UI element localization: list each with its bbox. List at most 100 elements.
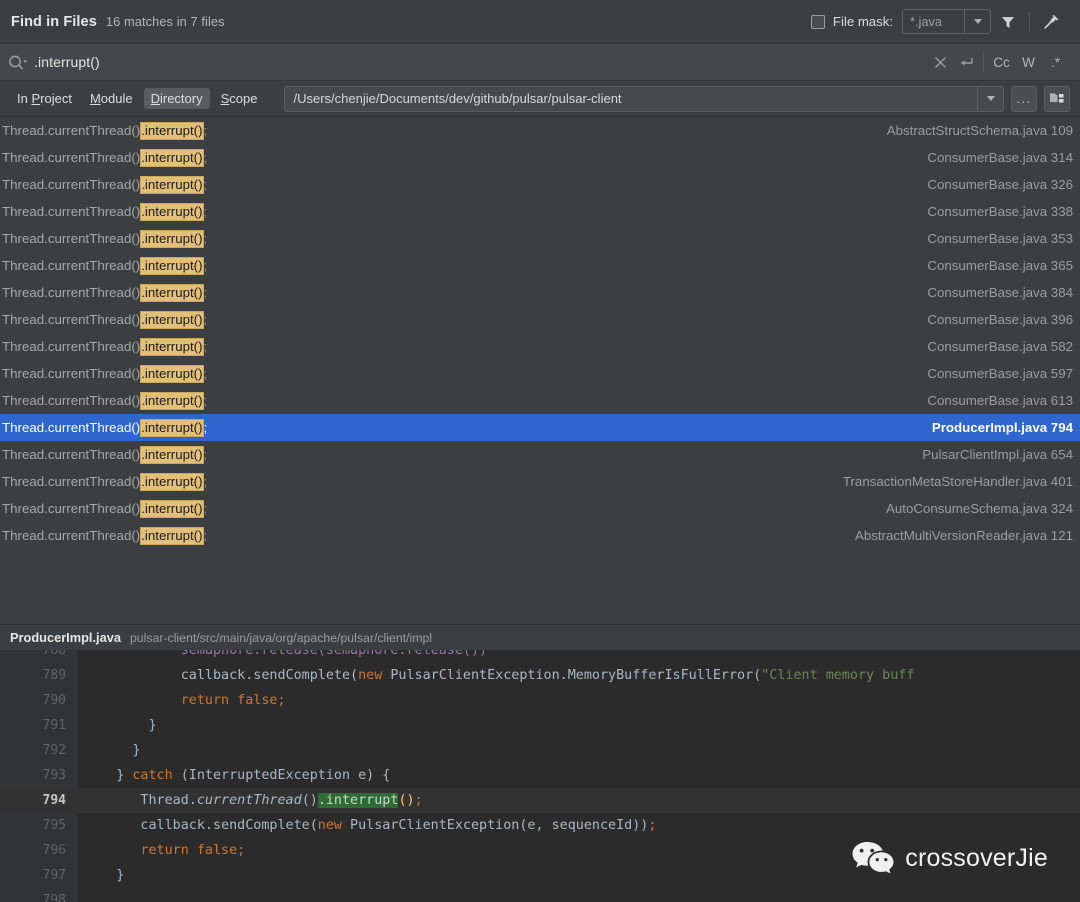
- pin-icon: [1044, 14, 1059, 29]
- result-match-highlight: .interrupt(): [140, 176, 204, 194]
- result-row[interactable]: Thread.currentThread().interrupt(); Consu…: [0, 279, 1080, 306]
- code-text: semaphore.release(semaphore.release()): [84, 650, 488, 658]
- result-row[interactable]: Thread.currentThread().interrupt(); AutoC…: [0, 495, 1080, 522]
- result-code-snippet: Thread.currentThread().interrupt();: [2, 338, 208, 356]
- line-number: 794: [0, 788, 78, 813]
- result-match-highlight: .interrupt(): [140, 257, 204, 275]
- result-match-highlight: .interrupt(): [140, 527, 204, 545]
- result-match-highlight: .interrupt(): [140, 473, 204, 491]
- search-options-divider: [983, 52, 984, 72]
- code-editor[interactable]: 788 semaphore.release(semaphore.release(…: [0, 650, 1080, 902]
- module-tree-icon: [1050, 93, 1064, 103]
- result-row[interactable]: Thread.currentThread().interrupt(); Consu…: [0, 306, 1080, 333]
- result-match-highlight: .interrupt(): [140, 284, 204, 302]
- result-file-location: ConsumerBase.java 613: [927, 393, 1073, 408]
- result-code-snippet: Thread.currentThread().interrupt();: [2, 446, 208, 464]
- code-line: 795 callback.sendComplete(new PulsarClie…: [0, 813, 1080, 838]
- search-input[interactable]: .interrupt(): [34, 54, 927, 70]
- chevron-down-icon: [973, 19, 982, 24]
- search-results-list[interactable]: Thread.currentThread().interrupt(); Abstr…: [0, 117, 1080, 624]
- result-code-snippet: Thread.currentThread().interrupt();: [2, 230, 208, 248]
- result-row[interactable]: Thread.currentThread().interrupt(); Trans…: [0, 468, 1080, 495]
- filter-button[interactable]: [991, 6, 1025, 38]
- result-row[interactable]: Thread.currentThread().interrupt(); Consu…: [0, 360, 1080, 387]
- result-file-location: TransactionMetaStoreHandler.java 401: [842, 474, 1073, 489]
- result-row[interactable]: Thread.currentThread().interrupt(); Consu…: [0, 198, 1080, 225]
- file-mask-value[interactable]: *.java: [903, 10, 965, 33]
- result-match-highlight: .interrupt(): [140, 203, 204, 221]
- result-match-highlight: .interrupt(): [140, 446, 204, 464]
- result-row[interactable]: Thread.currentThread().interrupt(); Consu…: [0, 387, 1080, 414]
- line-number: 789: [0, 663, 78, 688]
- code-text: callback.sendComplete(new PulsarClientEx…: [84, 668, 915, 683]
- chevron-down-icon: [986, 96, 995, 101]
- result-file-location: ConsumerBase.java 396: [927, 312, 1073, 327]
- match-summary: 16 matches in 7 files: [105, 14, 225, 29]
- line-number: 798: [0, 888, 78, 902]
- result-code-snippet: Thread.currentThread().interrupt();: [2, 500, 208, 518]
- result-match-highlight: .interrupt(): [140, 149, 204, 167]
- result-match-highlight: .interrupt(): [140, 500, 204, 518]
- result-file-location: ConsumerBase.java 326: [927, 177, 1073, 192]
- result-row[interactable]: Thread.currentThread().interrupt(); Abstr…: [0, 522, 1080, 549]
- scope-tab-directory[interactable]: Directory: [143, 88, 210, 109]
- new-line-button[interactable]: [953, 49, 979, 75]
- result-match-highlight: .interrupt(): [140, 365, 204, 383]
- search-bar[interactable]: .interrupt() Cc W .*: [0, 44, 1080, 81]
- result-row[interactable]: Thread.currentThread().interrupt(); Consu…: [0, 252, 1080, 279]
- line-number: 792: [0, 738, 78, 763]
- result-code-snippet: Thread.currentThread().interrupt();: [2, 392, 208, 410]
- clear-search-button[interactable]: [927, 49, 953, 75]
- result-row[interactable]: Thread.currentThread().interrupt(); Consu…: [0, 225, 1080, 252]
- module-scope-button[interactable]: [1044, 85, 1070, 112]
- scope-tab-in-project[interactable]: In Project: [10, 88, 79, 109]
- scope-tab-module[interactable]: Module: [83, 88, 140, 109]
- whole-words-toggle[interactable]: W: [1015, 49, 1042, 75]
- result-row[interactable]: Thread.currentThread().interrupt(); Produ…: [0, 414, 1080, 441]
- result-row[interactable]: Thread.currentThread().interrupt(); Consu…: [0, 171, 1080, 198]
- result-code-snippet: Thread.currentThread().interrupt();: [2, 176, 208, 194]
- directory-path-dropdown[interactable]: [977, 86, 1003, 111]
- result-row[interactable]: Thread.currentThread().interrupt(); Abstr…: [0, 117, 1080, 144]
- match-case-toggle[interactable]: Cc: [988, 49, 1015, 75]
- code-text: Thread.currentThread().interrupt();: [84, 793, 423, 808]
- pin-button[interactable]: [1034, 6, 1068, 38]
- result-row[interactable]: Thread.currentThread().interrupt(); Pulsa…: [0, 441, 1080, 468]
- result-row[interactable]: Thread.currentThread().interrupt(); Consu…: [0, 333, 1080, 360]
- titlebar-controls: File mask: *.java: [810, 6, 1068, 38]
- result-file-location: AbstractMultiVersionReader.java 121: [854, 528, 1073, 543]
- preview-file-path: pulsar-client/src/main/java/org/apache/p…: [129, 630, 433, 645]
- directory-path-field[interactable]: /Users/chenjie/Documents/dev/github/puls…: [284, 85, 1004, 112]
- code-text: return false;: [140, 843, 246, 858]
- find-in-files-dialog: Find in Files 16 matches in 7 files File…: [0, 0, 1080, 902]
- result-code-snippet: Thread.currentThread().interrupt();: [2, 419, 208, 437]
- result-code-snippet: Thread.currentThread().interrupt();: [2, 284, 208, 302]
- code-text: return false;: [180, 693, 286, 708]
- file-mask-checkbox[interactable]: [810, 14, 825, 29]
- result-code-snippet: Thread.currentThread().interrupt();: [2, 311, 208, 329]
- browse-directory-button[interactable]: ...: [1011, 85, 1037, 112]
- code-line: 798: [0, 888, 1080, 902]
- code-line: 793 } catch (InterruptedException e) {: [0, 763, 1080, 788]
- code-line: 791 }: [0, 713, 1080, 738]
- result-file-location: ConsumerBase.java 353: [927, 231, 1073, 246]
- filter-icon: [1002, 16, 1014, 28]
- result-file-location: ConsumerBase.java 597: [927, 366, 1073, 381]
- scope-tab-group: In Project Module Directory Scope: [10, 88, 264, 109]
- result-row[interactable]: Thread.currentThread().interrupt(); Consu…: [0, 144, 1080, 171]
- code-line: 792 }: [0, 738, 1080, 763]
- result-match-highlight: .interrupt(): [140, 338, 204, 356]
- code-line: 789 callback.sendComplete(new PulsarClie…: [0, 663, 1080, 688]
- scope-tab-scope[interactable]: Scope: [214, 88, 265, 109]
- search-icon-wrap[interactable]: [8, 54, 27, 71]
- regex-toggle[interactable]: .*: [1042, 49, 1069, 75]
- result-code-snippet: Thread.currentThread().interrupt();: [2, 122, 208, 140]
- file-mask-combo[interactable]: *.java: [902, 9, 991, 34]
- file-mask-dropdown-arrow[interactable]: [965, 10, 990, 33]
- directory-path-value[interactable]: /Users/chenjie/Documents/dev/github/puls…: [285, 91, 977, 106]
- scope-bar: In Project Module Directory Scope /Users/ch…: [0, 81, 1080, 117]
- result-file-location: ConsumerBase.java 314: [927, 150, 1073, 165]
- result-file-location: ProducerImpl.java 794: [931, 420, 1073, 435]
- result-code-snippet: Thread.currentThread().interrupt();: [2, 149, 208, 167]
- result-match-highlight: .interrupt(): [140, 122, 204, 140]
